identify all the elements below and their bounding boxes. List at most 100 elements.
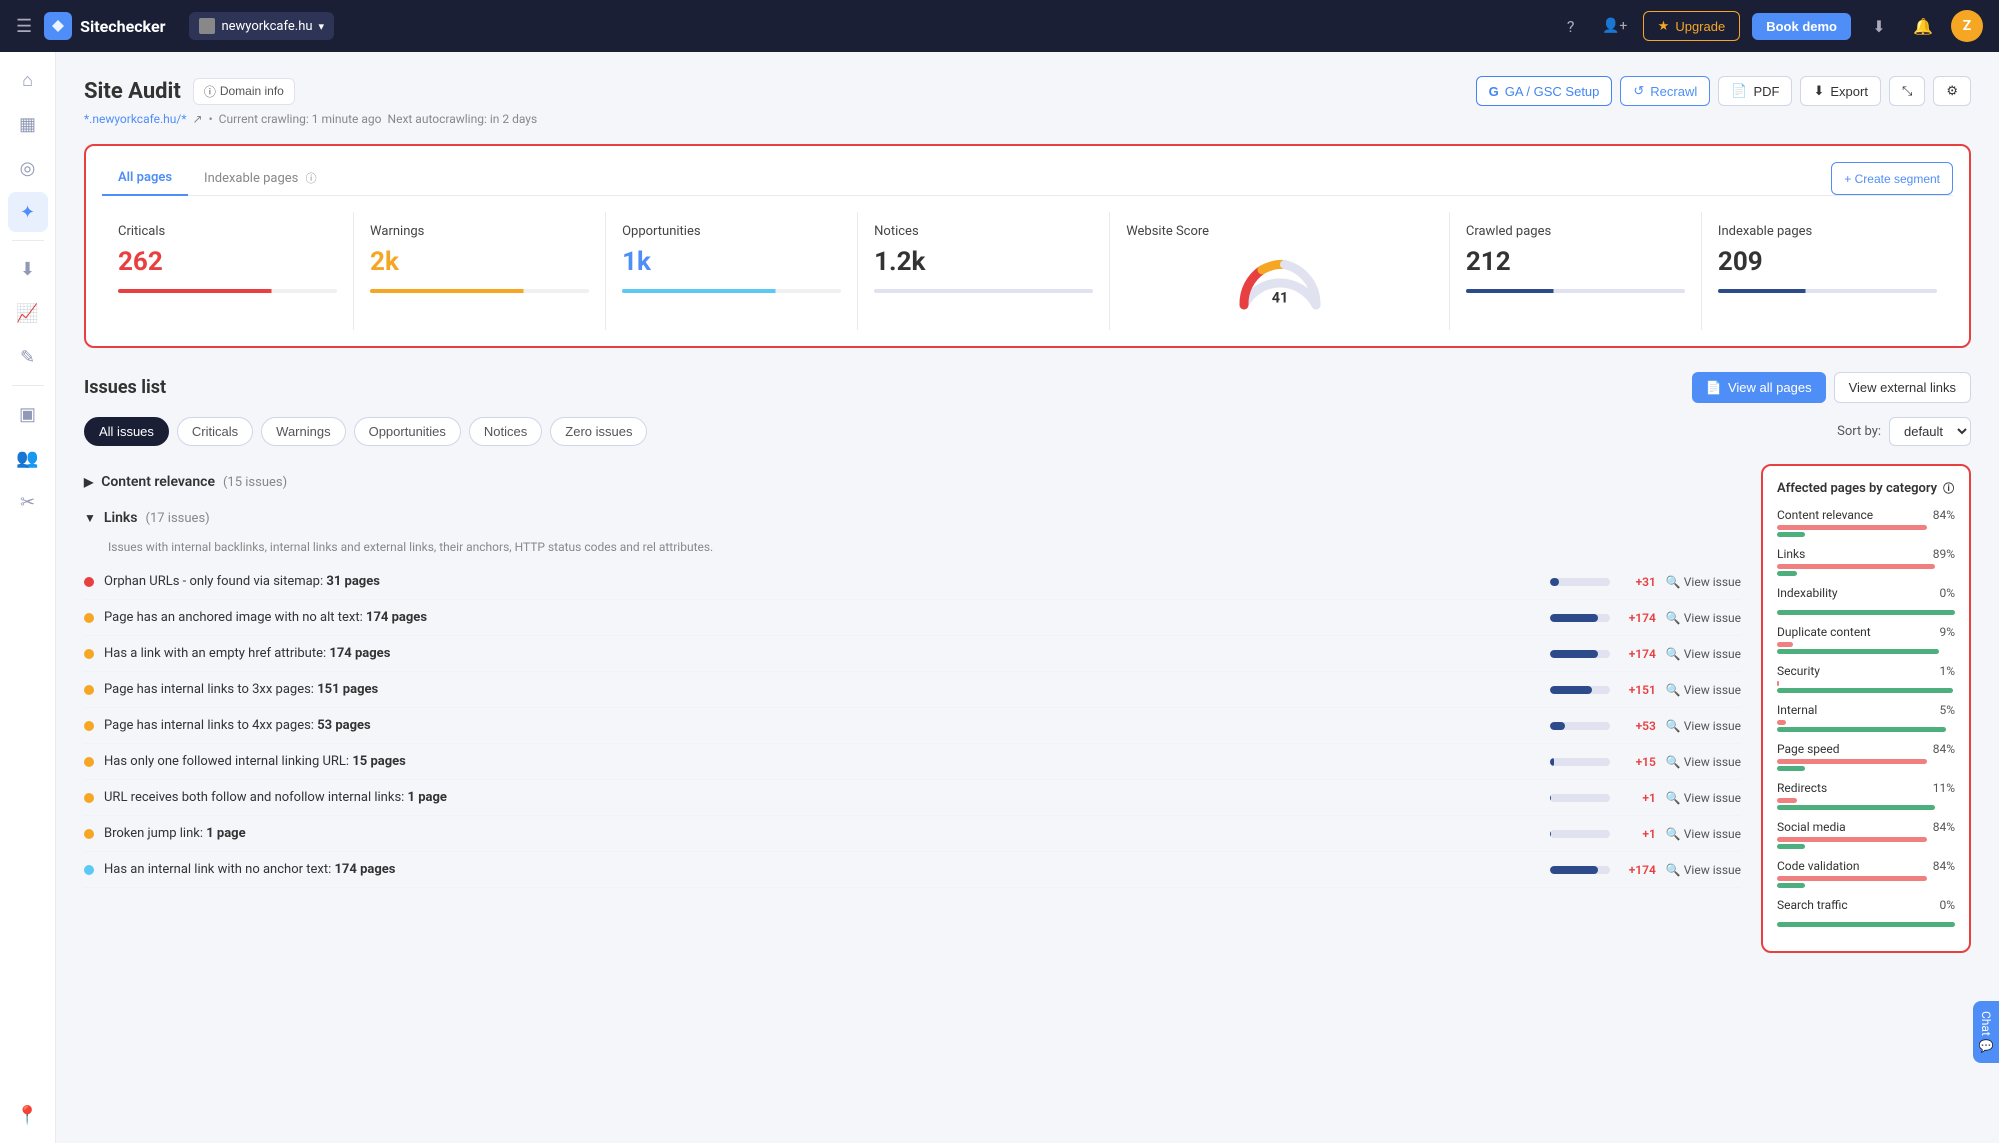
- hamburger-icon[interactable]: ☰: [16, 16, 32, 37]
- issue-text: Page has internal links to 4xx pages: 53…: [104, 718, 1540, 733]
- affected-category-pct: 9%: [1939, 625, 1955, 639]
- view-external-links-button[interactable]: View external links: [1834, 372, 1971, 403]
- sidebar-item-home[interactable]: ⌂: [8, 60, 48, 100]
- filter-opportunities[interactable]: Opportunities: [354, 417, 461, 446]
- filter-criticals[interactable]: Criticals: [177, 417, 253, 446]
- view-issue-button[interactable]: 🔍 View issue: [1666, 863, 1741, 877]
- export-button[interactable]: ⬇ Export: [1800, 76, 1880, 106]
- share-button[interactable]: ⤡: [1889, 76, 1925, 106]
- filter-all-issues[interactable]: All issues: [84, 417, 169, 446]
- favicon-icon: [199, 18, 215, 34]
- metric-value-notices: 1.2k: [874, 247, 1093, 277]
- list-item: Has an internal link with no anchor text…: [84, 852, 1741, 888]
- metric-bar-opportunities: [622, 289, 841, 293]
- breadcrumb-url[interactable]: *.newyorkcafe.hu/*: [84, 112, 187, 126]
- metric-card-opportunities[interactable]: Opportunities 1k: [606, 212, 858, 330]
- sidebar-item-edit[interactable]: ✎: [8, 337, 48, 377]
- view-issue-button[interactable]: 🔍 View issue: [1666, 611, 1741, 625]
- filter-zero-issues[interactable]: Zero issues: [550, 417, 647, 446]
- affected-panel-title: Affected pages by category ⓘ: [1777, 480, 1955, 496]
- sidebar-item-dashboard[interactable]: ▦: [8, 104, 48, 144]
- view-issue-button[interactable]: 🔍 View issue: [1666, 791, 1741, 805]
- book-demo-button[interactable]: Book demo: [1752, 13, 1851, 40]
- issue-text: Broken jump link: 1 page: [104, 826, 1540, 841]
- issue-dot-orange: [84, 793, 94, 803]
- gauge-chart: 41: [1235, 255, 1325, 310]
- issues-main: ▶ Content relevance (15 issues) ▼ Links …: [84, 464, 1971, 953]
- affected-bar-green: [1777, 571, 1797, 576]
- create-segment-button[interactable]: + Create segment: [1831, 162, 1953, 195]
- affected-category-name: Code validation: [1777, 859, 1859, 873]
- pdf-button[interactable]: 📄 PDF: [1718, 76, 1792, 106]
- view-issue-button[interactable]: 🔍 View issue: [1666, 575, 1741, 589]
- issue-bar: [1550, 578, 1610, 586]
- chevron-down-icon: ▾: [319, 20, 325, 33]
- filter-warnings[interactable]: Warnings: [261, 417, 345, 446]
- category-content-relevance-count: (15 issues): [223, 475, 287, 490]
- add-user-icon[interactable]: 👤+: [1599, 10, 1631, 42]
- domain-info-button[interactable]: ⓘ Domain info: [193, 78, 295, 105]
- sidebar-item-audit[interactable]: ✦: [8, 192, 48, 232]
- issue-bar: [1550, 614, 1610, 622]
- download-icon[interactable]: ⬇: [1863, 10, 1895, 42]
- metric-label-opportunities: Opportunities: [622, 224, 841, 239]
- issue-text: Has only one followed internal linking U…: [104, 754, 1540, 769]
- site-selector[interactable]: newyorkcafe.hu ▾: [189, 12, 334, 40]
- issue-text: Page has internal links to 3xx pages: 15…: [104, 682, 1540, 697]
- affected-category-row: Duplicate content 9%: [1777, 625, 1955, 654]
- sidebar-item-analytics[interactable]: 📈: [8, 293, 48, 333]
- view-issue-button[interactable]: 🔍 View issue: [1666, 827, 1741, 841]
- category-links[interactable]: ▼ Links (17 issues): [84, 500, 1741, 536]
- view-issue-button[interactable]: 🔍 View issue: [1666, 647, 1741, 661]
- metric-card-notices[interactable]: Notices 1.2k: [858, 212, 1110, 330]
- bell-icon[interactable]: 🔔: [1907, 10, 1939, 42]
- category-content-relevance[interactable]: ▶ Content relevance (15 issues): [84, 464, 1741, 500]
- issue-dot-orange: [84, 649, 94, 659]
- help-icon[interactable]: ?: [1555, 10, 1587, 42]
- affected-category-pct: 1%: [1939, 664, 1955, 678]
- settings-button[interactable]: ⚙: [1933, 76, 1971, 106]
- view-issue-button[interactable]: 🔍 View issue: [1666, 719, 1741, 733]
- issue-dot-orange: [84, 721, 94, 731]
- sidebar-item-location[interactable]: 📍: [8, 1095, 48, 1135]
- view-issue-button[interactable]: 🔍 View issue: [1666, 755, 1741, 769]
- affected-category-row: Indexability 0%: [1777, 586, 1955, 615]
- metric-card-website-score[interactable]: Website Score 41: [1110, 212, 1450, 330]
- recrawl-icon: ↺: [1633, 83, 1644, 99]
- filter-notices[interactable]: Notices: [469, 417, 542, 446]
- category-links-count: (17 issues): [146, 511, 210, 526]
- affected-category-pct: 84%: [1933, 859, 1955, 873]
- issue-dot-orange: [84, 757, 94, 767]
- sidebar-item-apps[interactable]: ▣: [8, 394, 48, 434]
- metric-card-crawled-pages[interactable]: Crawled pages 212: [1450, 212, 1702, 330]
- metric-card-warnings[interactable]: Warnings 2k: [354, 212, 606, 330]
- upgrade-button[interactable]: ★ Upgrade: [1643, 11, 1741, 41]
- affected-bar-green: [1777, 688, 1953, 693]
- issue-bar: [1550, 866, 1610, 874]
- ga-gsc-setup-button[interactable]: G GA / GSC Setup: [1476, 76, 1613, 106]
- tab-indexable-pages[interactable]: Indexable pages ⓘ: [188, 162, 333, 196]
- view-all-pages-button[interactable]: 📄 View all pages: [1692, 372, 1826, 403]
- metric-card-criticals[interactable]: Criticals 262: [102, 212, 354, 330]
- affected-category-row: Page speed 84%: [1777, 742, 1955, 771]
- sort-select[interactable]: default: [1889, 417, 1971, 446]
- sidebar-item-users[interactable]: 👥: [8, 438, 48, 478]
- recrawl-button[interactable]: ↺ Recrawl: [1620, 76, 1710, 106]
- issues-header: Issues list 📄 View all pages View extern…: [84, 372, 1971, 403]
- metric-card-indexable-pages[interactable]: Indexable pages 209: [1702, 212, 1953, 330]
- sidebar-item-tools[interactable]: ✂: [8, 482, 48, 522]
- chat-button[interactable]: Chat 💬: [1973, 1001, 1999, 1064]
- sidebar-item-search[interactable]: ◎: [8, 148, 48, 188]
- issues-list-col: ▶ Content relevance (15 issues) ▼ Links …: [84, 464, 1741, 953]
- breadcrumb: *.newyorkcafe.hu/* ↗ • Current crawling:…: [84, 112, 1971, 126]
- affected-bar-red: [1777, 798, 1797, 803]
- avatar[interactable]: Z: [1951, 10, 1983, 42]
- affected-category-row: Search traffic 0%: [1777, 898, 1955, 927]
- tab-all-pages[interactable]: All pages: [102, 162, 188, 196]
- metric-bar-notices: [874, 289, 1093, 293]
- view-issue-button[interactable]: 🔍 View issue: [1666, 683, 1741, 697]
- metric-label-indexable-pages: Indexable pages: [1718, 224, 1937, 239]
- gauge-container: 41: [1126, 247, 1433, 318]
- sidebar-item-download[interactable]: ⬇: [8, 249, 48, 289]
- affected-bar-red: [1777, 720, 1786, 725]
